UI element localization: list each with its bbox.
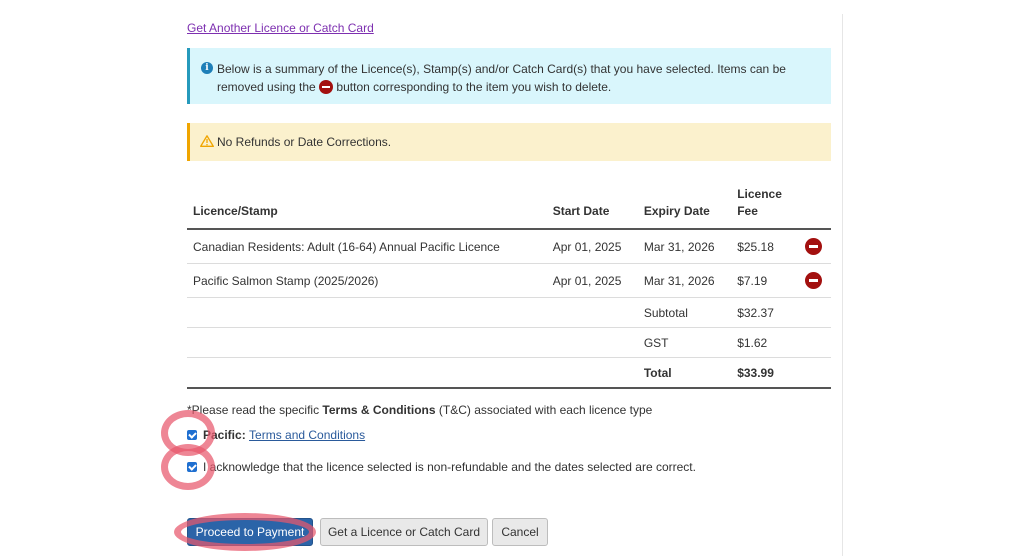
gst-value: $1.62: [731, 327, 796, 358]
terms-note: *Please read the specific Terms & Condit…: [187, 403, 652, 417]
info-text-after: button corresponding to the item you wis…: [336, 80, 612, 94]
delete-cell: [795, 263, 831, 298]
header-expiry-date: Expiry Date: [637, 180, 732, 230]
proceed-to-payment-button[interactable]: Proceed to Payment: [187, 518, 313, 546]
warning-alert: No Refunds or Date Corrections.: [187, 123, 831, 161]
total-label: Total: [637, 357, 732, 389]
table-row: Pacific Salmon Stamp (2025/2026) Apr 01,…: [187, 263, 831, 298]
terms-note-suffix: (T&C) associated with each licence type: [438, 403, 653, 417]
subtotal-row: Subtotal $32.37: [187, 297, 831, 328]
delete-item-button[interactable]: [804, 238, 822, 255]
acknowledge-text: I acknowledge that the licence selected …: [203, 460, 696, 474]
info-alert: i Below is a summary of the Licence(s), …: [187, 48, 831, 104]
table-header-row: Licence/Stamp Start Date Expiry Date Lic…: [187, 180, 831, 230]
terms-note-bold: Terms & Conditions: [322, 403, 436, 417]
pacific-label: Pacific:: [203, 428, 246, 442]
get-another-licence-link[interactable]: Get Another Licence or Catch Card: [187, 21, 374, 35]
delete-cell: [795, 229, 831, 264]
delete-item-button[interactable]: [804, 272, 822, 289]
total-value: $33.99: [731, 357, 796, 389]
pacific-terms-row: Pacific: Terms and Conditions: [187, 428, 365, 442]
header-licence-fee: Licence Fee: [731, 180, 796, 230]
terms-note-prefix: *Please read the specific: [187, 403, 320, 417]
total-row: Total $33.99: [187, 357, 831, 389]
pacific-terms-checkbox[interactable]: [187, 430, 197, 440]
start-date: Apr 01, 2025: [546, 263, 638, 298]
remove-icon: [319, 80, 334, 94]
expiry-date: Mar 31, 2026: [637, 229, 732, 264]
cancel-button[interactable]: Cancel: [492, 518, 548, 546]
warning-text: No Refunds or Date Corrections.: [217, 135, 392, 149]
get-licence-button[interactable]: Get a Licence or Catch Card: [320, 518, 488, 546]
header-start-date: Start Date: [546, 180, 638, 230]
expiry-date: Mar 31, 2026: [637, 263, 732, 298]
start-date: Apr 01, 2025: [546, 229, 638, 264]
subtotal-value: $32.37: [731, 297, 796, 328]
gst-label: GST: [637, 327, 732, 358]
licence-fee: $25.18: [731, 229, 796, 264]
warning-icon: [200, 135, 214, 147]
header-licence-stamp: Licence/Stamp: [187, 180, 547, 230]
terms-and-conditions-link[interactable]: Terms and Conditions: [249, 428, 365, 442]
gst-row: GST $1.62: [187, 327, 831, 358]
table-row: Canadian Residents: Adult (16-64) Annual…: [187, 229, 831, 264]
info-alert-text: Below is a summary of the Licence(s), St…: [217, 60, 807, 96]
licence-fee: $7.19: [731, 263, 796, 298]
acknowledge-row: I acknowledge that the licence selected …: [187, 460, 696, 474]
licence-name: Pacific Salmon Stamp (2025/2026): [187, 263, 547, 298]
subtotal-label: Subtotal: [637, 297, 732, 328]
licence-name: Canadian Residents: Adult (16-64) Annual…: [187, 229, 547, 264]
licence-table: Licence/Stamp Start Date Expiry Date Lic…: [187, 180, 831, 389]
acknowledge-checkbox[interactable]: [187, 462, 197, 472]
header-actions: [795, 180, 831, 230]
info-icon: i: [201, 62, 213, 74]
content-border: [842, 14, 843, 556]
